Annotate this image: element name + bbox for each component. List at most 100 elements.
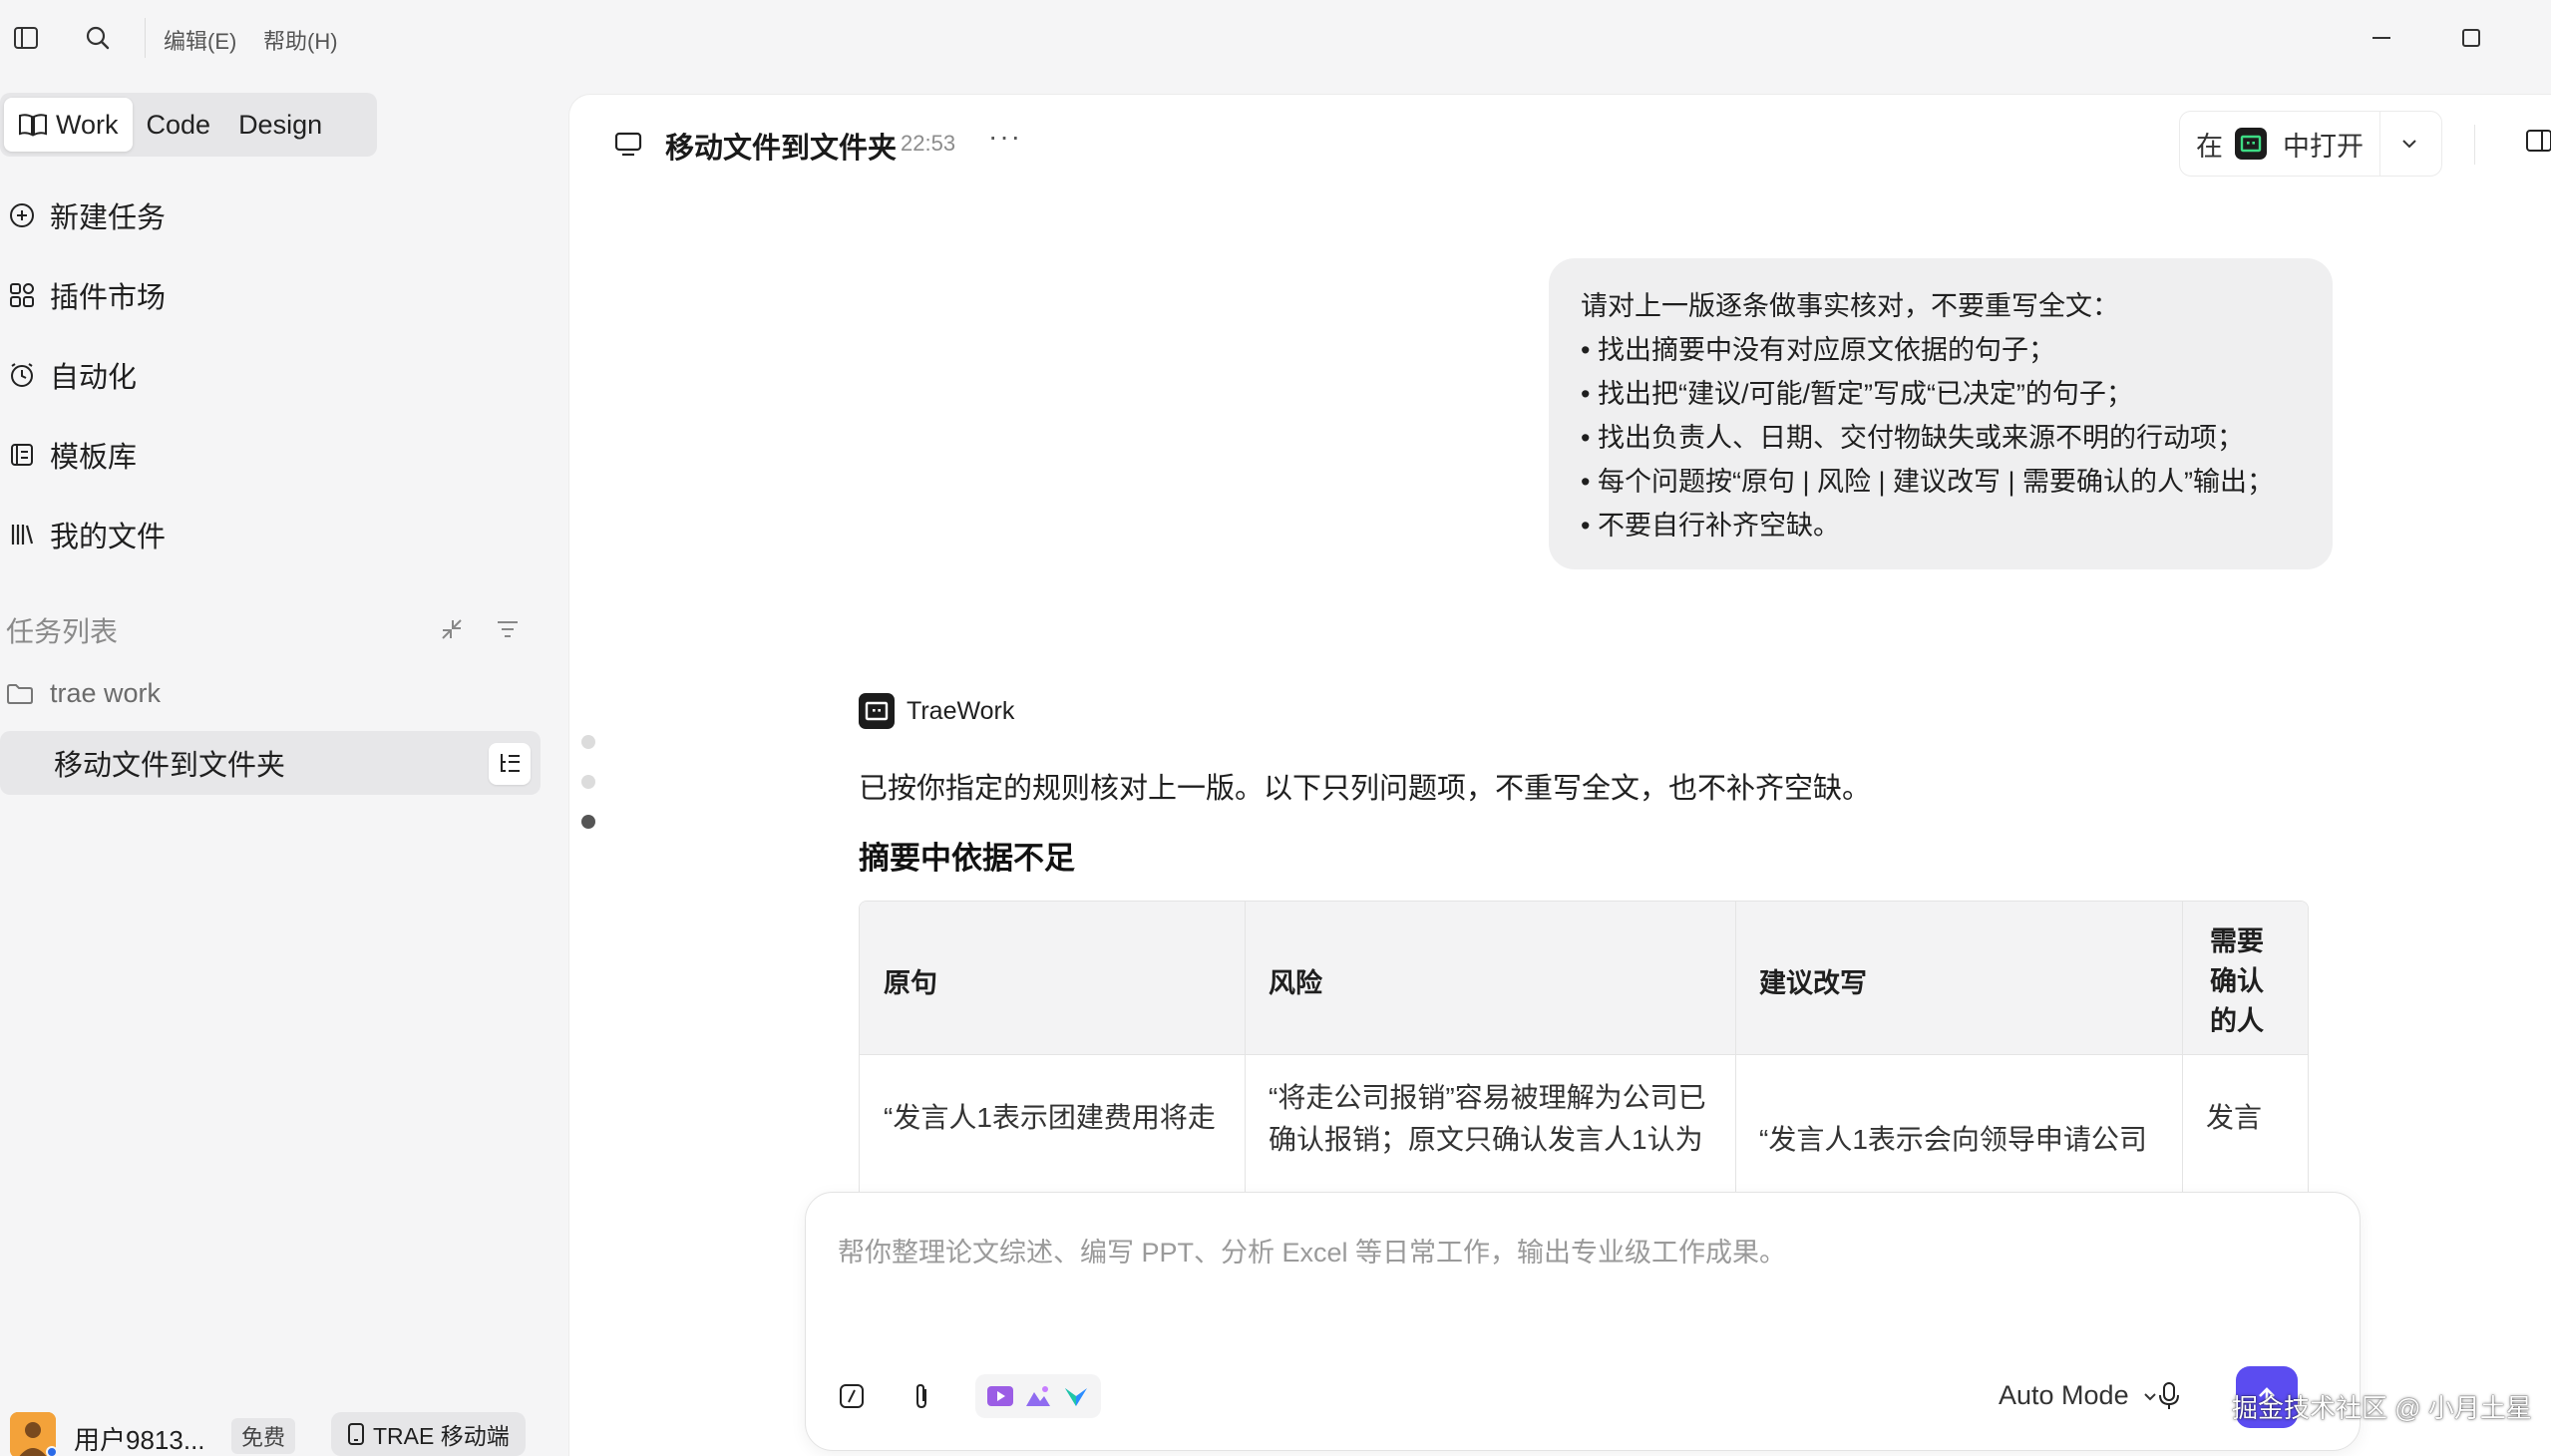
chevron-down-icon[interactable] bbox=[2395, 130, 2423, 158]
book-icon bbox=[18, 112, 48, 138]
table-cell: “发言人1表示团建费用将走 bbox=[884, 1102, 1216, 1133]
open-in-divider bbox=[2379, 112, 2380, 176]
minimize-icon[interactable] bbox=[2364, 20, 2399, 56]
step-dot[interactable] bbox=[581, 735, 595, 749]
page-title: 移动文件到文件夹 bbox=[665, 133, 898, 165]
maximize-icon[interactable] bbox=[2453, 20, 2489, 56]
image-tool-icon[interactable] bbox=[1022, 1380, 1054, 1412]
mode-tab-work[interactable]: Work bbox=[4, 98, 133, 152]
nav-new-task[interactable]: 新建任务 bbox=[0, 183, 539, 247]
table-header-row bbox=[860, 902, 2308, 1055]
slash-command-icon[interactable] bbox=[834, 1378, 870, 1414]
library-icon bbox=[6, 519, 38, 550]
message-line: • 找出负责人、日期、交付物缺失或来源不明的行动项； bbox=[1581, 423, 2244, 453]
task-item-label: 移动文件到文件夹 bbox=[54, 750, 286, 782]
titlebar-divider bbox=[145, 18, 146, 58]
table-cell: 发言 bbox=[2206, 1102, 2263, 1133]
nav-template-library[interactable]: 模板库 bbox=[0, 423, 539, 487]
template-icon bbox=[6, 439, 38, 471]
timestamp: 22:53 bbox=[901, 131, 956, 156]
menu-help[interactable]: 帮助(H) bbox=[263, 24, 338, 56]
mode-tab-code[interactable]: Code bbox=[133, 98, 225, 152]
watermark: 掘金技术社区 @ 小月土星 bbox=[2232, 1393, 2532, 1423]
main-panel: 移动文件到文件夹 22:53 ··· 在 中打开 请对上一版逐条做事实核对，不要… bbox=[568, 94, 2551, 1456]
mode-tab-label: Code bbox=[146, 109, 211, 140]
step-dot[interactable] bbox=[581, 775, 595, 789]
column-header: 建议改写 bbox=[1759, 968, 1867, 998]
column-divider bbox=[2182, 902, 2183, 1200]
collapse-icon[interactable] bbox=[435, 612, 469, 646]
folder-label: trae work bbox=[50, 678, 162, 708]
side-panel-icon[interactable] bbox=[2524, 127, 2551, 155]
user-message-bubble: 请对上一版逐条做事实核对，不要重写全文： • 找出摘要中没有对应原文依据的句子；… bbox=[1549, 258, 2333, 569]
mode-tab-label: Work bbox=[56, 109, 119, 140]
issues-table: 原句 风险 建议改写 需要 确认 的人 “发言人1表示团建费用将走 “将走公司报… bbox=[859, 901, 2309, 1200]
video-tool-icon[interactable] bbox=[984, 1380, 1016, 1412]
mobile-app-label: TRAE 移动端 bbox=[373, 1423, 510, 1449]
nav-plugin-market[interactable]: 插件市场 bbox=[0, 263, 539, 327]
nav-my-files[interactable]: 我的文件 bbox=[0, 503, 539, 566]
filter-icon[interactable] bbox=[491, 612, 525, 646]
nav-label: 插件市场 bbox=[50, 282, 167, 314]
column-header-stacked: 需要 确认 的人 bbox=[2210, 921, 2264, 1041]
search-icon[interactable] bbox=[80, 20, 116, 56]
nav-label: 新建任务 bbox=[50, 202, 167, 234]
header-divider bbox=[2474, 125, 2475, 165]
mode-switcher: Work Code Design bbox=[0, 93, 377, 157]
header-line: 的人 bbox=[2210, 1006, 2264, 1036]
more-options-button[interactable]: ··· bbox=[988, 121, 1022, 153]
table-cell: 确认报销；原文只确认发言人1认为 bbox=[1269, 1124, 1703, 1155]
sidebar-toggle-icon[interactable] bbox=[8, 20, 44, 56]
mode-selector-label: Auto Mode bbox=[1999, 1380, 2129, 1410]
header-line: 确认 bbox=[2210, 966, 2264, 996]
menu-edit[interactable]: 编辑(E) bbox=[164, 24, 236, 56]
attachment-icon[interactable] bbox=[904, 1378, 939, 1414]
table-cell: “发言人1表示会向领导申请公司 bbox=[1759, 1124, 2147, 1155]
tools-group bbox=[975, 1374, 1101, 1418]
assistant-name: TraeWork bbox=[907, 696, 1015, 725]
design-tool-icon[interactable] bbox=[1060, 1380, 1092, 1412]
plan-badge: 免费 bbox=[231, 1418, 296, 1454]
clock-icon bbox=[6, 359, 38, 391]
plus-circle-icon bbox=[6, 199, 38, 231]
title-bar: 编辑(E) 帮助(H) bbox=[0, 0, 2551, 76]
step-dot-active[interactable] bbox=[581, 815, 595, 829]
online-status-dot bbox=[46, 1446, 58, 1456]
message-line: 请对上一版逐条做事实核对，不要重写全文： bbox=[1581, 291, 2119, 321]
mode-selector[interactable]: Auto Mode bbox=[1999, 1380, 2159, 1411]
message-line: • 不要自行补齐空缺。 bbox=[1581, 511, 1840, 541]
folder-trae-work[interactable]: trae work bbox=[6, 678, 161, 709]
column-header: 原句 bbox=[884, 968, 937, 998]
task-list-title: 任务列表 bbox=[6, 616, 119, 647]
phone-icon bbox=[347, 1422, 365, 1446]
task-outline-icon[interactable] bbox=[489, 743, 531, 785]
mobile-app-button[interactable]: TRAE 移动端 bbox=[331, 1412, 526, 1456]
composer-placeholder[interactable]: 帮你整理论文综述、编写 PPT、分析 Excel 等日常工作，输出专业级工作成果… bbox=[838, 1231, 1786, 1270]
message-line: • 找出摘要中没有对应原文依据的句子； bbox=[1581, 335, 2055, 365]
user-name[interactable]: 用户9813... bbox=[74, 1420, 205, 1456]
trae-logo-icon bbox=[2235, 128, 2267, 160]
open-in-suffix: 中打开 bbox=[2283, 131, 2364, 162]
header-line: 需要 bbox=[2210, 926, 2264, 956]
microphone-icon[interactable] bbox=[2156, 1380, 2182, 1412]
nav-label: 自动化 bbox=[50, 362, 138, 394]
folder-icon bbox=[6, 682, 34, 706]
nav-automation[interactable]: 自动化 bbox=[0, 343, 539, 407]
trae-logo-icon bbox=[859, 693, 895, 729]
mode-tab-label: Design bbox=[238, 109, 323, 140]
open-in-prefix: 在 bbox=[2196, 131, 2223, 162]
table-cell: “将走公司报销”容易被理解为公司已 bbox=[1269, 1082, 1706, 1113]
message-line: • 找出把“建议/可能/暂定”写成“已决定”的句子； bbox=[1581, 379, 2133, 409]
nav-label: 模板库 bbox=[50, 442, 138, 474]
task-item-move-files[interactable]: 移动文件到文件夹 bbox=[0, 731, 541, 795]
message-composer[interactable]: 帮你整理论文综述、编写 PPT、分析 Excel 等日常工作，输出专业级工作成果… bbox=[805, 1192, 2361, 1451]
column-header: 风险 bbox=[1269, 968, 1322, 998]
section-heading: 摘要中依据不足 bbox=[859, 841, 1075, 876]
open-in-button[interactable]: 在 中打开 bbox=[2179, 111, 2442, 177]
column-divider bbox=[1735, 902, 1736, 1200]
mode-tab-design[interactable]: Design bbox=[224, 98, 336, 152]
plugin-grid-icon bbox=[6, 279, 38, 311]
nav-label: 我的文件 bbox=[50, 522, 167, 553]
assistant-intro: 已按你指定的规则核对上一版。以下只列问题项，不重写全文，也不补齐空缺。 bbox=[859, 773, 1872, 805]
chat-icon bbox=[613, 131, 643, 159]
